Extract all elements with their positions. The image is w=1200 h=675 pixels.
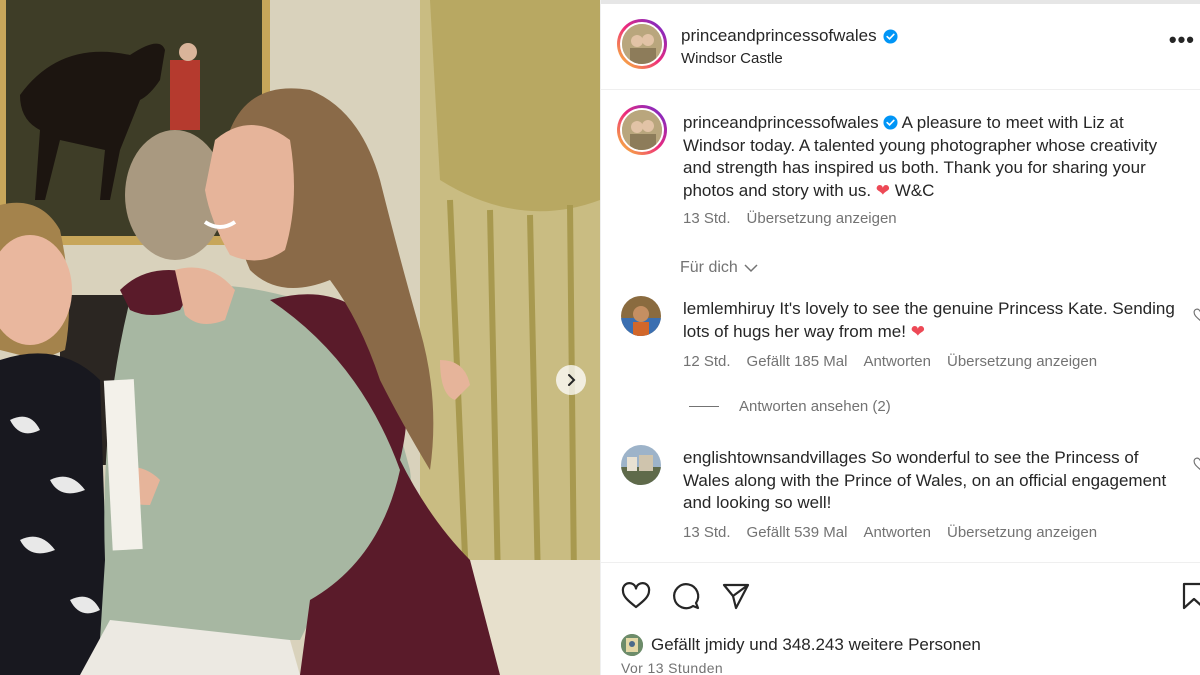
likes-middle: und bbox=[749, 635, 778, 654]
reply-link[interactable]: Antworten bbox=[863, 524, 931, 541]
hug-photo-illustration bbox=[0, 0, 600, 675]
post-photo bbox=[0, 0, 600, 675]
view-replies-button[interactable]: Antworten ansehen (2) bbox=[689, 398, 891, 415]
replies-divider-line bbox=[689, 406, 719, 407]
caption-meta: 13 Std. Übersetzung anzeigen bbox=[683, 210, 897, 227]
caption-text: princeandprincessofwales A pleasure to me… bbox=[683, 112, 1183, 202]
heart-outline-icon bbox=[621, 582, 651, 609]
comment-time: 12 Std. bbox=[683, 353, 731, 370]
author-username[interactable]: princeandprincessofwales bbox=[681, 26, 877, 46]
comment-text: lemlemhiruy It's lovely to see the genui… bbox=[683, 298, 1183, 343]
bookmark-icon bbox=[1182, 582, 1200, 610]
liker-avatar-image bbox=[621, 634, 643, 656]
comment-like-icon[interactable] bbox=[1193, 308, 1200, 322]
post-location[interactable]: Windsor Castle bbox=[681, 50, 783, 67]
heart-emoji: ❤ bbox=[875, 180, 891, 200]
commenter-avatar-image bbox=[621, 296, 661, 336]
comment-likes-link[interactable]: Gefällt 185 Mal bbox=[747, 353, 848, 370]
author-avatar[interactable] bbox=[617, 19, 667, 69]
view-replies-label: Antworten ansehen (2) bbox=[739, 398, 891, 415]
comment-filter-label: Für dich bbox=[680, 259, 738, 276]
liker-avatar[interactable] bbox=[621, 634, 643, 656]
comment-like-icon[interactable] bbox=[1193, 457, 1200, 471]
comment-meta: 12 Std. Gefällt 185 Mal Antworten Überse… bbox=[683, 353, 1097, 370]
caption-signature: W&C bbox=[894, 180, 935, 200]
heart-emoji: ❤ bbox=[910, 321, 925, 341]
save-button[interactable] bbox=[1179, 581, 1200, 611]
commenter-username[interactable]: englishtownsandvillages bbox=[683, 448, 866, 467]
translate-link[interactable]: Übersetzung anzeigen bbox=[947, 353, 1097, 370]
likes-prefix: Gefällt bbox=[651, 635, 701, 654]
comment-meta: 13 Std. Gefällt 539 Mal Antworten Überse… bbox=[683, 524, 1097, 541]
likes-text: Gefällt jmidy und 348.243 weitere Person… bbox=[651, 635, 981, 655]
chevron-right-icon bbox=[568, 374, 576, 386]
post-header: princeandprincessofwales Windsor Castle … bbox=[601, 0, 1200, 90]
caption-time: 13 Std. bbox=[683, 210, 731, 227]
commenter-username[interactable]: lemlemhiruy bbox=[683, 299, 775, 318]
caption-avatar[interactable] bbox=[617, 105, 667, 155]
post-sidebar: princeandprincessofwales Windsor Castle … bbox=[600, 0, 1200, 675]
commenter-avatar[interactable] bbox=[621, 296, 661, 336]
commenter-avatar-image bbox=[621, 445, 661, 485]
verified-badge-icon bbox=[883, 28, 898, 44]
reply-link[interactable]: Antworten bbox=[863, 353, 931, 370]
comment-filter-dropdown[interactable]: Für dich bbox=[680, 259, 758, 277]
post-actions: Gefällt jmidy und 348.243 weitere Person… bbox=[601, 562, 1200, 675]
caption-username[interactable]: princeandprincessofwales bbox=[683, 113, 879, 132]
comment-time: 13 Std. bbox=[683, 524, 731, 541]
verified-badge-icon bbox=[883, 115, 898, 130]
likes-summary: Gefällt jmidy und 348.243 weitere Person… bbox=[621, 634, 981, 656]
share-button[interactable] bbox=[721, 581, 751, 611]
comment-button[interactable] bbox=[671, 581, 701, 611]
paper-plane-icon bbox=[722, 583, 750, 610]
chevron-down-icon bbox=[744, 264, 758, 273]
comment-likes-link[interactable]: Gefällt 539 Mal bbox=[747, 524, 848, 541]
author-avatar-image bbox=[622, 24, 662, 64]
caption-translate-link[interactable]: Übersetzung anzeigen bbox=[747, 210, 897, 227]
speech-bubble-icon bbox=[673, 583, 700, 610]
like-button[interactable] bbox=[621, 581, 651, 611]
next-slide-button[interactable] bbox=[556, 365, 586, 395]
header-user-row: princeandprincessofwales bbox=[681, 26, 898, 46]
more-options-button[interactable]: ••• bbox=[1169, 29, 1195, 51]
likes-count-link[interactable]: 348.243 weitere Personen bbox=[782, 635, 980, 654]
caption-avatar-image bbox=[622, 110, 662, 150]
liker-username[interactable]: jmidy bbox=[705, 635, 745, 654]
translate-link[interactable]: Übersetzung anzeigen bbox=[947, 524, 1097, 541]
post-timestamp: Vor 13 Stunden bbox=[621, 660, 724, 675]
commenter-avatar[interactable] bbox=[621, 445, 661, 485]
comment-text: englishtownsandvillages So wonderful to … bbox=[683, 447, 1183, 515]
